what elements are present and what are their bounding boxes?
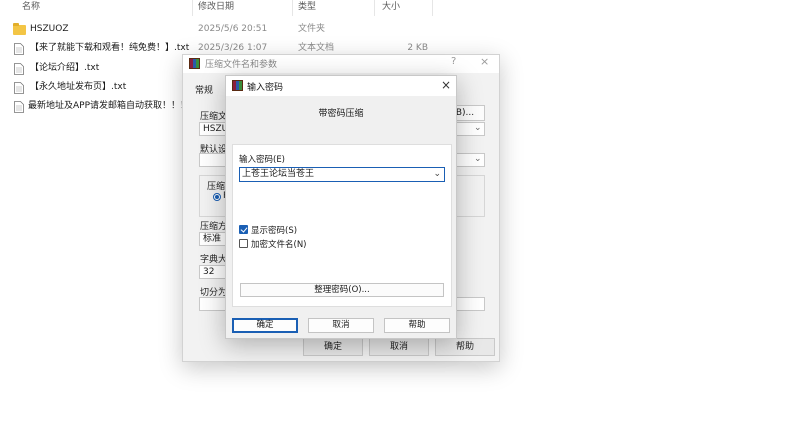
compression-method-label: 压缩方 <box>200 222 228 232</box>
text-file-icon <box>14 43 24 55</box>
show-password-checkbox[interactable] <box>239 225 248 234</box>
file-name: 【永久地址发布页】.txt <box>30 82 127 92</box>
archive-dialog-titlebar[interactable]: 压缩文件名和参数 ? × <box>183 55 499 73</box>
password-help-label: 帮助 <box>408 320 426 330</box>
password-input[interactable]: 上苍王论坛当苍王 ⌄ <box>239 167 445 182</box>
password-ok-label: 确定 <box>256 320 274 330</box>
column-header-name[interactable]: 名称 <box>22 0 40 16</box>
winrar-icon <box>189 58 200 69</box>
help-icon[interactable]: ? <box>451 56 456 67</box>
password-dialog-heading: 带密码压缩 <box>318 109 364 119</box>
encrypt-names-checkbox[interactable] <box>239 239 248 248</box>
text-file-icon <box>14 82 24 94</box>
column-separator[interactable] <box>292 0 293 16</box>
close-icon[interactable]: × <box>441 78 451 92</box>
compression-method-value: 标准 <box>203 234 222 244</box>
chevron-down-icon[interactable]: ⌄ <box>433 168 441 181</box>
manage-passwords-label: 整理密码(O)... <box>314 285 370 295</box>
column-header-type[interactable]: 类型 <box>298 0 316 16</box>
browse-button-label: B)... <box>455 108 475 118</box>
archive-cancel-button[interactable]: 取消 <box>369 338 429 356</box>
file-name: 最新地址及APP请发邮箱自动获取！！！... <box>28 101 198 111</box>
winrar-icon <box>232 80 243 91</box>
dictionary-size-label: 字典大 <box>200 255 228 265</box>
column-header-date[interactable]: 修改日期 <box>198 0 234 16</box>
password-dialog: 输入密码 × 带密码压缩 输入密码(E) 上苍王论坛当苍王 ⌄ 显示密码(S) … <box>225 75 457 339</box>
dictionary-size-value: 32 <box>203 267 215 277</box>
archive-help-button[interactable]: 帮助 <box>435 338 495 356</box>
text-file-icon <box>14 101 24 113</box>
password-ok-button[interactable]: 确定 <box>232 318 298 333</box>
column-separator[interactable] <box>192 0 193 16</box>
tab-general[interactable]: 常规 <box>195 83 213 96</box>
password-dialog-title: 输入密码 <box>247 83 284 93</box>
file-date: 2025/5/6 20:51 <box>198 24 268 34</box>
archive-name-label: 压缩文 <box>200 112 228 122</box>
file-name: 【论坛介绍】.txt <box>30 63 100 73</box>
file-name: HSZUOZ <box>30 24 69 34</box>
encrypt-names-label: 加密文件名(N) <box>251 240 307 250</box>
file-name: 【来了就能下载和观看！纯免费！】.txt <box>30 43 190 53</box>
archive-cancel-label: 取消 <box>389 342 408 352</box>
text-file-icon <box>14 63 24 75</box>
password-cancel-button[interactable]: 取消 <box>308 318 374 333</box>
password-value: 上苍王论坛当苍王 <box>242 169 315 179</box>
archive-dialog-title: 压缩文件名和参数 <box>205 60 278 70</box>
close-icon[interactable]: × <box>480 55 489 68</box>
archive-ok-label: 确定 <box>323 342 342 352</box>
file-type: 文件夹 <box>298 24 326 34</box>
archive-help-label: 帮助 <box>455 342 474 352</box>
folder-icon <box>13 23 26 35</box>
format-radio[interactable] <box>213 193 221 201</box>
column-separator[interactable] <box>374 0 375 16</box>
password-label: 输入密码(E) <box>239 155 286 165</box>
file-row-folder[interactable]: HSZUOZ 2025/5/6 20:51 文件夹 <box>0 20 800 39</box>
password-dialog-titlebar[interactable]: 输入密码 × <box>226 76 456 96</box>
show-password-label: 显示密码(S) <box>251 226 298 236</box>
archive-ok-button[interactable]: 确定 <box>303 338 363 356</box>
chevron-down-icon[interactable]: ⌄ <box>474 154 482 164</box>
password-panel: 输入密码(E) 上苍王论坛当苍王 ⌄ 显示密码(S) 加密文件名(N) 整理密码… <box>232 144 452 307</box>
column-separator[interactable] <box>432 0 433 16</box>
password-cancel-label: 取消 <box>332 320 350 330</box>
column-header-size[interactable]: 大小 <box>382 0 400 16</box>
manage-passwords-button[interactable]: 整理密码(O)... <box>240 283 444 297</box>
chevron-down-icon[interactable]: ⌄ <box>474 123 482 133</box>
password-help-button[interactable]: 帮助 <box>384 318 450 333</box>
